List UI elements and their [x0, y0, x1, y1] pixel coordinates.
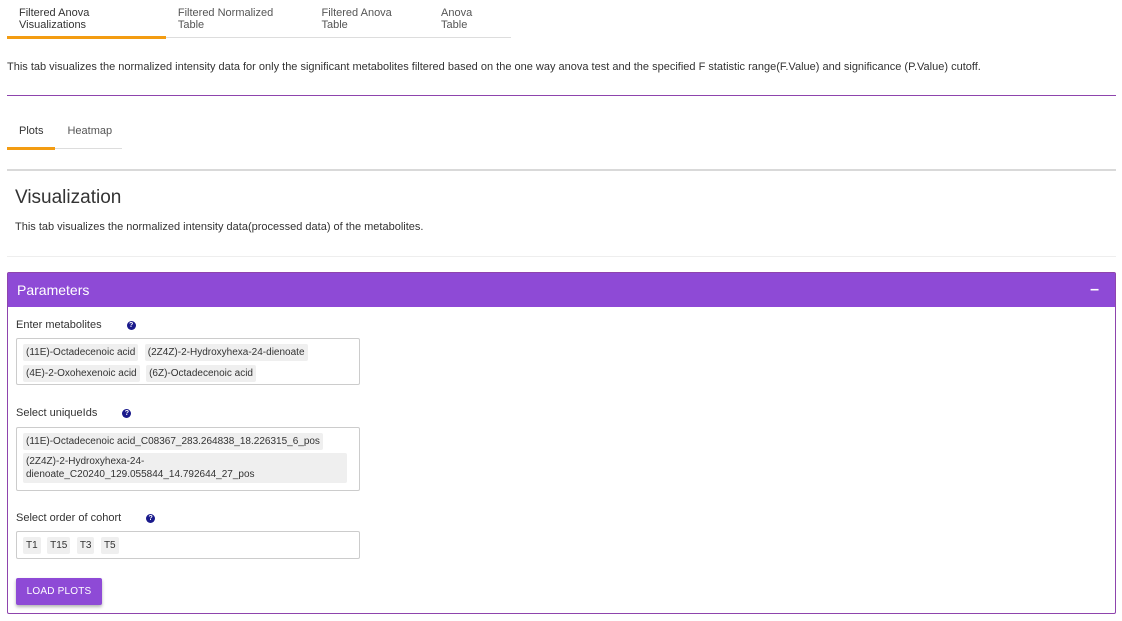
- metabolites-label-row: Enter metabolites ?: [16, 319, 136, 331]
- tab-description: This tab visualizes the normalized inten…: [7, 61, 981, 73]
- main-tabs: Filtered Anova Visualizations Filtered N…: [7, 0, 511, 39]
- selected-chip[interactable]: (2Z4Z)-2-Hydroxyhexa-24-dienoate_C20240_…: [23, 453, 347, 483]
- page-description: This tab visualizes the normalized inten…: [15, 221, 424, 233]
- metabolites-label: Enter metabolites: [16, 319, 102, 331]
- selected-chip[interactable]: (2Z4Z)-2-Hydroxyhexa-24-dienoate: [144, 344, 308, 361]
- panel-header[interactable]: Parameters –: [8, 273, 1115, 307]
- metabolites-select[interactable]: (11E)-Octadecenoic acid (2Z4Z)-2-Hydroxy…: [16, 338, 360, 385]
- tab-filtered-normalized-table[interactable]: Filtered Normalized Table: [166, 0, 310, 38]
- load-plots-button[interactable]: LOAD PLOTS: [16, 578, 102, 605]
- selected-chip[interactable]: (11E)-Octadecenoic acid: [23, 344, 139, 361]
- cohort-select[interactable]: T1 T15 T3 T5: [16, 531, 360, 559]
- tab-heatmap[interactable]: Heatmap: [55, 113, 124, 149]
- page-title: Visualization: [15, 187, 122, 208]
- selected-chip[interactable]: (4E)-2-Oxohexenoic acid: [23, 365, 140, 382]
- panel-title: Parameters: [17, 282, 90, 298]
- selected-chip[interactable]: (11E)-Octadecenoic acid_C08367_283.26483…: [23, 433, 323, 450]
- divider: [7, 256, 1116, 257]
- selected-chip[interactable]: T15: [47, 537, 71, 554]
- selected-chip[interactable]: T5: [100, 537, 119, 554]
- uniqueids-label-row: Select uniqueIds ?: [16, 407, 132, 419]
- tab-filtered-anova-visualizations[interactable]: Filtered Anova Visualizations: [7, 0, 166, 39]
- help-icon[interactable]: ?: [122, 408, 132, 418]
- selected-chip[interactable]: (6Z)-Octadecenoic acid: [146, 365, 256, 382]
- help-icon[interactable]: ?: [146, 513, 156, 523]
- cohort-label-row: Select order of cohort ?: [16, 512, 156, 524]
- selected-chip[interactable]: T3: [76, 537, 95, 554]
- tab-filtered-anova-table[interactable]: Filtered Anova Table: [309, 0, 429, 38]
- selected-chip[interactable]: T1: [23, 537, 41, 554]
- help-icon[interactable]: ?: [126, 320, 136, 330]
- collapse-icon[interactable]: –: [1090, 282, 1099, 298]
- cohort-label: Select order of cohort: [16, 512, 122, 524]
- divider: [7, 95, 1116, 96]
- divider: [7, 169, 1116, 171]
- parameters-panel: Parameters – Enter metabolites ? (11E)-O…: [7, 272, 1116, 614]
- uniqueids-select[interactable]: (11E)-Octadecenoic acid_C08367_283.26483…: [16, 427, 360, 491]
- sub-tabs: Plots Heatmap: [7, 113, 124, 150]
- uniqueids-label: Select uniqueIds: [16, 407, 98, 419]
- tab-anova-table[interactable]: Anova Table: [429, 0, 511, 38]
- tab-plots[interactable]: Plots: [7, 113, 56, 150]
